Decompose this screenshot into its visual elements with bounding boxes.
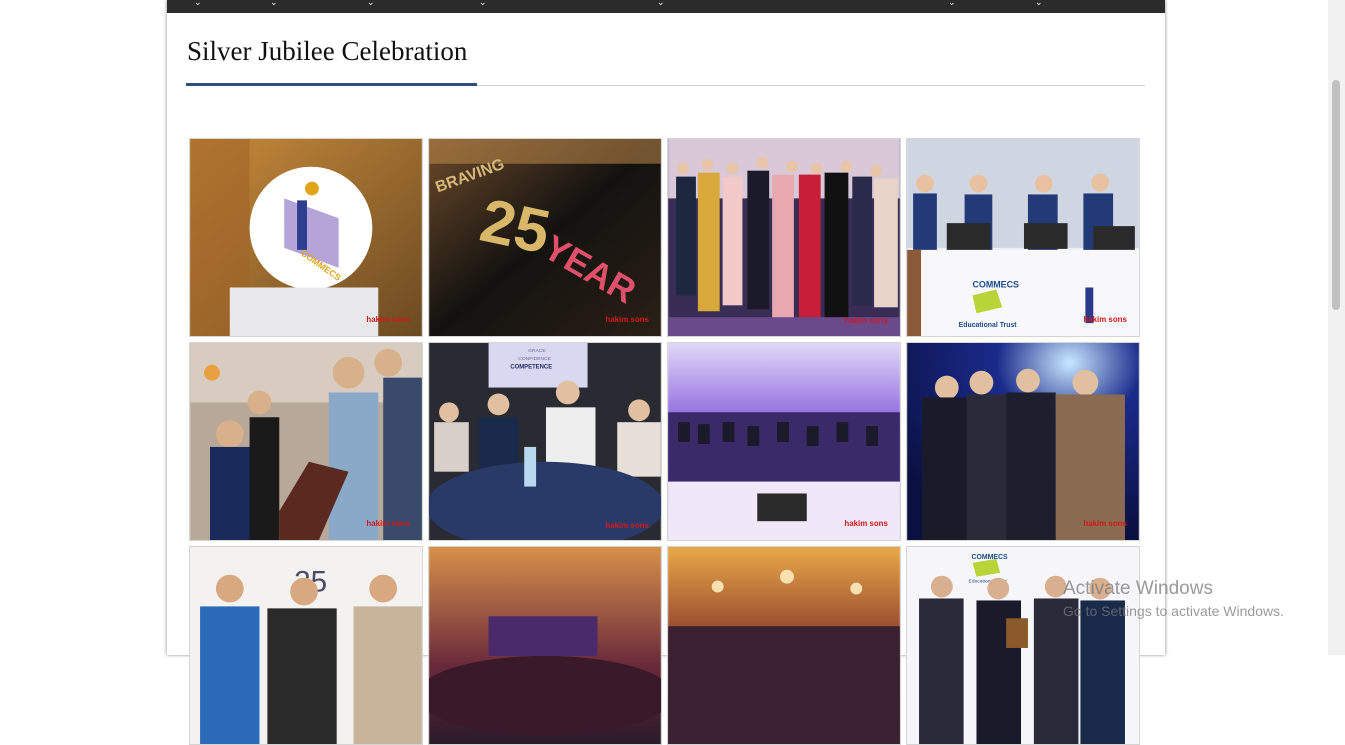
nav-dropdown-chevron-icon[interactable]: ⌄ — [657, 0, 665, 9]
title-accent-underline — [186, 83, 477, 86]
gallery-photo[interactable]: 25 — [189, 546, 423, 745]
svg-text:CONFIDENCE: CONFIDENCE — [518, 356, 551, 362]
logo-sculpture-photo: COMMECS hakim sons — [190, 139, 422, 336]
watermark-text: hakim sons — [605, 521, 649, 530]
trophy-presentation-photo: COMMECS Educational Trust — [907, 547, 1139, 744]
svg-text:COMMECS: COMMECS — [973, 279, 1019, 289]
three-men-photo: 25 — [190, 547, 422, 744]
watermark-text: hakim sons — [1083, 519, 1127, 528]
watermark-text: hakim sons — [605, 315, 649, 324]
gallery-photo[interactable]: hakim sons — [667, 138, 901, 337]
watermark-text: hakim sons — [366, 519, 410, 528]
nav-dropdown-chevron-icon[interactable]: ⌄ — [270, 0, 278, 9]
nav-dropdown-chevron-icon[interactable]: ⌄ — [948, 0, 956, 9]
nav-dropdown-chevron-icon[interactable]: ⌄ — [367, 0, 375, 9]
watermark-text: hakim sons — [366, 315, 410, 324]
nav-dropdown-chevron-icon[interactable]: ⌄ — [194, 0, 202, 9]
gallery-photo[interactable]: GRACE CONFIDENCE COMPETENCE hakim sons — [428, 342, 662, 541]
gallery-photo[interactable]: hakim sons — [667, 342, 901, 541]
gallery-photo[interactable] — [428, 546, 662, 745]
gallery-photo[interactable]: hakim sons — [189, 342, 423, 541]
watermark-text: hakim sons — [844, 519, 888, 528]
dinner-table-photo: GRACE CONFIDENCE COMPETENCE hakim sons — [429, 343, 661, 540]
award-handshake-photo: hakim sons — [907, 343, 1139, 540]
25-year-sign-photo: BRAVING 25 YEAR hakim sons — [429, 139, 661, 336]
students-group-photo: hakim sons — [668, 139, 900, 336]
audience-hall-photo: hakim sons — [668, 343, 900, 540]
svg-text:GRACE: GRACE — [528, 348, 546, 354]
guests-laptops-photo: hakim sons — [190, 343, 422, 540]
gallery-photo[interactable]: BRAVING 25 YEAR hakim sons — [428, 138, 662, 337]
scrollbar-thumb[interactable] — [1332, 80, 1340, 310]
gallery-photo[interactable]: COMMECS hakim sons — [189, 138, 423, 337]
svg-text:Educational Trust: Educational Trust — [959, 322, 1018, 329]
page-scrollbar[interactable] — [1328, 0, 1345, 655]
page-container: ⌄ ⌄ ⌄ ⌄ ⌄ ⌄ ⌄ Silver Jubilee Celebration… — [167, 0, 1165, 745]
svg-text:COMPETENCE: COMPETENCE — [510, 365, 552, 371]
banquet-hall-photo — [429, 547, 661, 744]
gallery-photo[interactable]: hakim sons — [906, 342, 1140, 541]
nav-dropdown-chevron-icon[interactable]: ⌄ — [479, 0, 487, 9]
gallery-photo[interactable]: COMMECS Educational Trust hakim sons — [906, 138, 1140, 337]
students-laptops-photo: COMMECS Educational Trust hakim sons — [907, 139, 1139, 336]
nav-dropdown-chevron-icon[interactable]: ⌄ — [1035, 0, 1043, 9]
watermark-text: hakim sons — [1083, 315, 1127, 324]
svg-text:COMMECS: COMMECS — [972, 554, 1008, 561]
crowded-hall-photo — [668, 547, 900, 744]
top-navigation-bar: ⌄ ⌄ ⌄ ⌄ ⌄ ⌄ ⌄ — [167, 0, 1165, 13]
gallery-photo[interactable]: COMMECS Educational Trust — [906, 546, 1140, 745]
gallery-photo[interactable] — [667, 546, 901, 745]
page-title: Silver Jubilee Celebration — [187, 36, 468, 66]
watermark-text: hakim sons — [844, 316, 888, 325]
